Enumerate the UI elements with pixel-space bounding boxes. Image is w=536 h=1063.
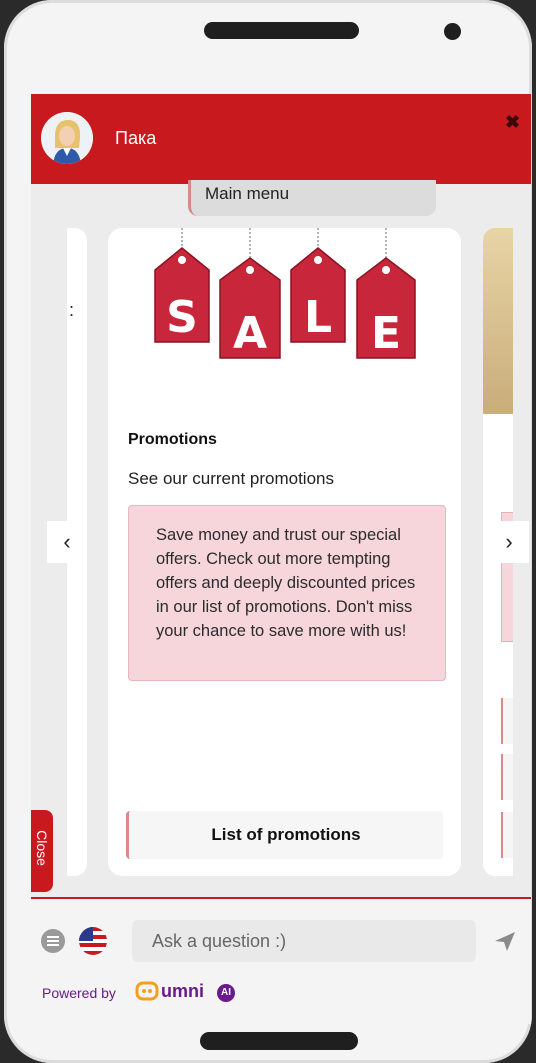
phone-speaker <box>204 22 359 39</box>
chevron-left-icon[interactable]: ‹ <box>47 521 87 563</box>
avatar-icon <box>41 112 93 164</box>
close-icon[interactable]: ✖ <box>505 112 520 133</box>
sale-letter-l: L <box>304 292 332 343</box>
next-card-button[interactable] <box>501 812 513 858</box>
sale-letter-a: A <box>233 308 267 359</box>
powered-by-label: Powered by <box>42 985 116 1001</box>
promotion-card: S A L E Promotions See our current promo… <box>108 228 461 876</box>
chat-footer: Powered by umni AI <box>31 899 531 1024</box>
ask-question-input[interactable] <box>132 920 476 962</box>
main-menu-label: Main menu <box>205 184 290 203</box>
next-card-button[interactable] <box>501 754 513 800</box>
phone-camera <box>444 23 461 40</box>
bot-name: Пака <box>115 128 157 148</box>
main-menu-button[interactable]: Main menu <box>188 180 436 216</box>
menu-icon[interactable] <box>41 929 65 953</box>
ai-badge: AI <box>217 984 235 1002</box>
sale-letter-e: E <box>371 308 401 359</box>
chevron-right-icon[interactable]: › <box>489 521 529 563</box>
chat-header: Пака ✖ <box>31 94 531 184</box>
card-fragment: : <box>69 300 75 320</box>
send-icon[interactable] <box>493 929 517 953</box>
sale-tags-image: S A L E <box>154 228 416 359</box>
us-flag-icon[interactable] <box>79 927 107 955</box>
close-tab-label: Close <box>34 830 50 866</box>
brand-name: umni <box>161 981 204 1001</box>
card-description: Save money and trust our special offers.… <box>128 505 446 681</box>
next-card-button[interactable] <box>501 698 513 744</box>
umni-logo-icon <box>135 981 159 1001</box>
sale-letter-s: S <box>166 292 198 343</box>
phone-home-bar <box>200 1032 358 1050</box>
card-title: Promotions <box>128 431 217 448</box>
chat-widget: Пака ✖ Main menu : S A L E Promotions Se… <box>31 94 531 1024</box>
card-subtitle: See our current promotions <box>128 469 334 488</box>
list-of-promotions-button[interactable]: List of promotions <box>126 811 443 859</box>
close-tab-button[interactable]: Close <box>31 810 53 892</box>
phone-frame: Пака ✖ Main menu : S A L E Promotions Se… <box>4 0 532 1063</box>
next-card-image <box>483 228 513 414</box>
